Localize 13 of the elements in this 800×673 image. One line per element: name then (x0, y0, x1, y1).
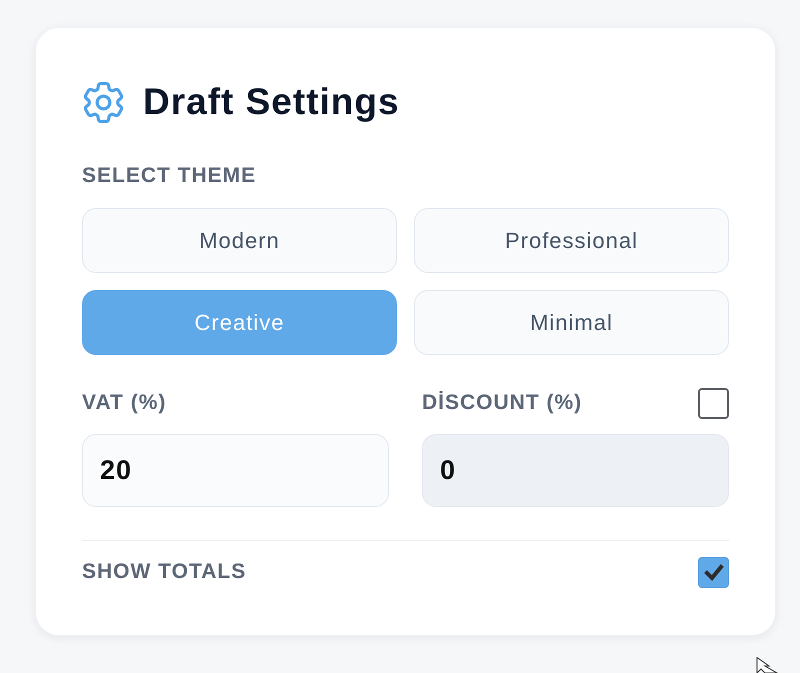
show-totals-checkbox[interactable] (698, 556, 729, 588)
section-label: SELECT THEME (82, 163, 256, 189)
vat-field[interactable]: 20 (82, 434, 389, 507)
show-totals-label: SHOW TOTALS (82, 559, 246, 585)
cursor-icon (756, 657, 778, 673)
panel-title: Draft Settings (143, 80, 400, 124)
field-label: VAT (%) (82, 390, 166, 416)
theme-option[interactable]: Professional (414, 208, 729, 273)
settings-icon (82, 80, 125, 124)
theme-option[interactable]: Modern (82, 208, 397, 273)
field-label: DİSCOUNT (%) (422, 390, 582, 416)
theme-option[interactable]: Minimal (414, 290, 729, 355)
check-icon (704, 564, 724, 580)
